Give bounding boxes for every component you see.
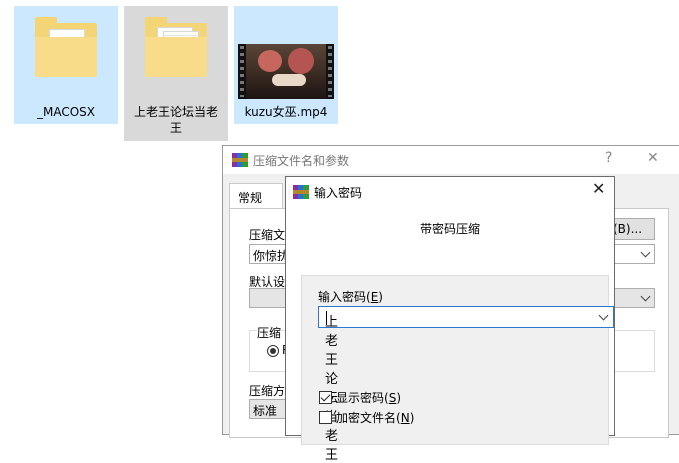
folder-item-macosx[interactable]: _MACOSX (14, 6, 118, 124)
show-password-label[interactable]: 显示密码(S) (336, 389, 401, 406)
folder-icon (35, 17, 97, 79)
chevron-down-icon (640, 247, 651, 258)
chevron-down-icon (640, 291, 651, 302)
folder-label-line2: 王 (169, 121, 182, 135)
archive-name-value: 你惊扰 (253, 249, 290, 263)
encrypt-filenames-label[interactable]: 加密文件名(N) (336, 409, 414, 426)
dialog-title: 压缩文件名和参数 (253, 154, 350, 168)
password-dialog-heading: 带密码压缩 (419, 222, 480, 236)
update-mode-radio[interactable] (267, 345, 279, 357)
folder-label: _MACOSX (36, 105, 95, 119)
winrar-icon (232, 153, 248, 167)
folder-item-laowang[interactable]: 上老王论坛当老 王 (124, 6, 228, 141)
winrar-icon (293, 185, 309, 199)
dialog-titlebar: 压缩文件名和参数 ? ✕ (223, 146, 679, 174)
video-thumbnail-icon (238, 44, 334, 99)
folder-icon (145, 17, 207, 79)
password-input[interactable]: 上老王论坛当老王 (318, 306, 614, 463)
archive-name-label: 压缩文 (249, 228, 286, 242)
video-file-label: kuzu女巫.mp4 (244, 105, 328, 119)
folder-label-line1: 上老王论坛当老 (133, 105, 218, 119)
help-icon[interactable]: ? (605, 150, 612, 166)
close-icon[interactable]: ✕ (647, 150, 659, 166)
show-password-checkbox[interactable] (319, 391, 332, 404)
password-dialog: 输入密码 ✕ 带密码压缩 输入密码(E) 上老王论坛当老王 显示密码(S) 加密… (285, 176, 615, 463)
encrypt-filenames-checkbox[interactable] (319, 411, 332, 424)
update-group-label: 压缩 (257, 324, 282, 341)
method-label: 压缩方 (249, 384, 286, 398)
password-label: 输入密码(E) (318, 290, 383, 304)
password-dialog-title: 输入密码 (314, 186, 363, 200)
close-icon[interactable]: ✕ (592, 179, 605, 198)
password-panel: 输入密码(E) 上老王论坛当老王 显示密码(S) 加密文件名(N) (301, 275, 614, 463)
tab-general[interactable]: 常规 (229, 183, 283, 209)
chevron-down-icon[interactable] (598, 310, 609, 321)
